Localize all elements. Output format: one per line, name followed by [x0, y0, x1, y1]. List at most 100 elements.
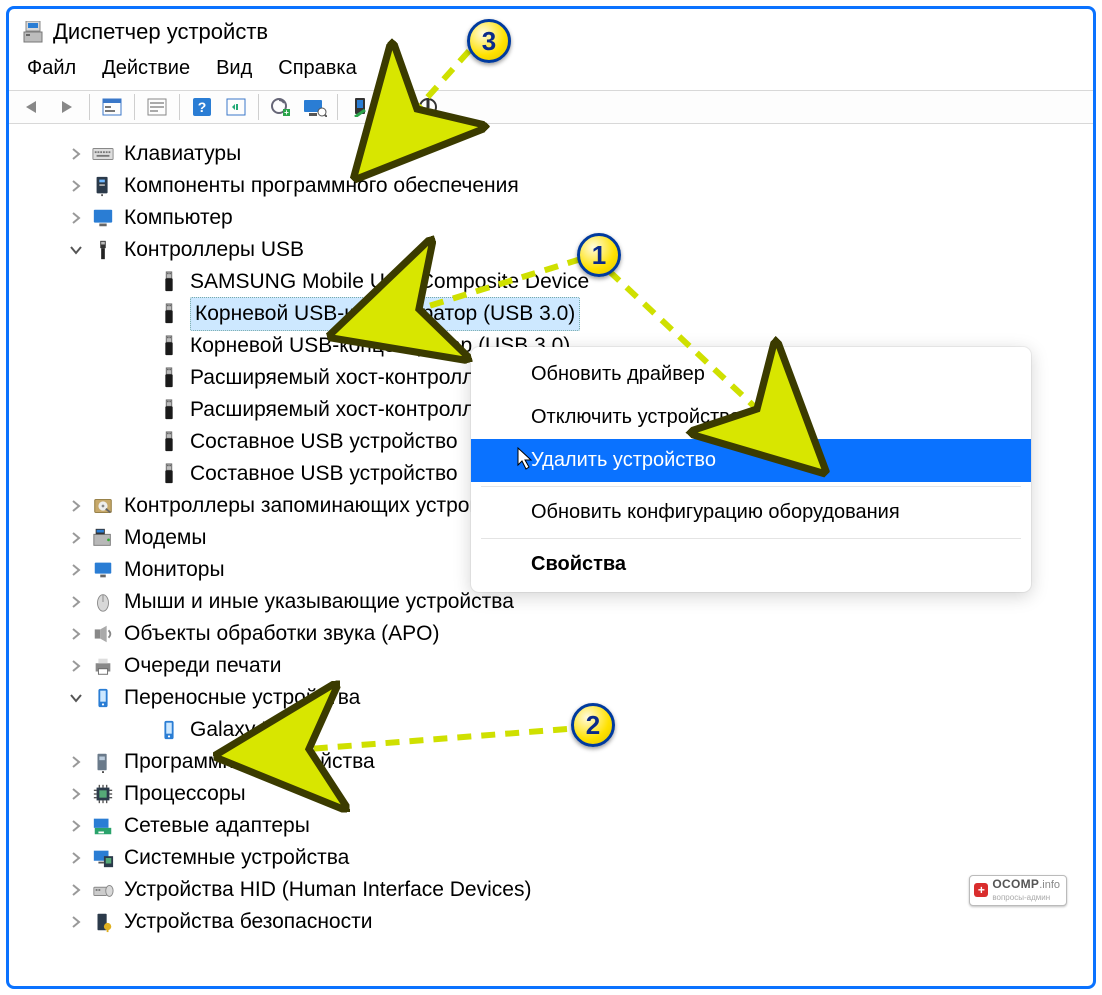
keyboard-icon: [91, 142, 115, 166]
network-icon: [91, 814, 115, 838]
tree-item-label: Устройства HID (Human Interface Devices): [124, 874, 531, 907]
chevron-right-icon[interactable]: [69, 755, 83, 769]
usb-icon: [157, 334, 181, 358]
tree-item-label: Программные устройства: [124, 746, 375, 779]
chevron-right-icon[interactable]: [69, 211, 83, 225]
tree-item[interactable]: Контроллеры USB: [9, 234, 1093, 266]
usb-icon: [157, 398, 181, 422]
app-icon: [23, 21, 43, 43]
swcomp-icon: [91, 174, 115, 198]
disable-device-button[interactable]: [346, 93, 374, 121]
watermark-brand: OCOMP: [992, 877, 1039, 891]
tree-item[interactable]: SAMSUNG Mobile USB Composite Device: [9, 266, 1093, 298]
tree-item-label: Сетевые адаптеры: [124, 810, 310, 843]
menu-view[interactable]: Вид: [216, 57, 252, 80]
context-menu-item[interactable]: Обновить конфигурацию оборудования: [471, 491, 1031, 534]
help-button[interactable]: ?: [188, 93, 216, 121]
chevron-right-icon[interactable]: [69, 787, 83, 801]
usb-icon: [157, 302, 181, 326]
tree-item-label: Компоненты программного обеспечения: [124, 170, 519, 203]
portable-icon: [157, 718, 181, 742]
nav-forward-button[interactable]: [53, 93, 81, 121]
tree-item-label: Контроллеры запоминающих устройств: [124, 490, 512, 523]
tree-item-label: Корневой USB-концентратор (USB 3.0): [190, 297, 580, 332]
annotation-badge-1: 1: [577, 233, 621, 277]
tree-item[interactable]: Программные устройства: [9, 746, 1093, 778]
tree-item-label: Клавиатуры: [124, 138, 241, 171]
tree-item-label: Модемы: [124, 522, 206, 555]
tree-item-label: Устройства безопасности: [124, 906, 372, 939]
swdev-icon: [91, 750, 115, 774]
hid-icon: [91, 878, 115, 902]
chevron-right-icon[interactable]: [69, 531, 83, 545]
tree-item-label: Процессоры: [124, 778, 246, 811]
context-menu-item[interactable]: Удалить устройство: [471, 439, 1031, 482]
menubar: Файл Действие Вид Справка: [9, 53, 1093, 90]
chevron-right-icon[interactable]: [69, 179, 83, 193]
tree-item[interactable]: Очереди печати: [9, 650, 1093, 682]
context-menu-item[interactable]: Свойства: [471, 543, 1031, 586]
system-icon: [91, 846, 115, 870]
chevron-down-icon[interactable]: [69, 691, 83, 705]
tree-item-label: Системные устройства: [124, 842, 349, 875]
tree-item-label: SAMSUNG Mobile USB Composite Device: [190, 266, 589, 299]
tree-item[interactable]: Сетевые адаптеры: [9, 810, 1093, 842]
mouse-icon: [91, 590, 115, 614]
window-title: Диспетчер устройств: [53, 19, 268, 45]
menu-file[interactable]: Файл: [27, 57, 76, 80]
chevron-right-icon[interactable]: [69, 659, 83, 673]
audio-icon: [91, 622, 115, 646]
chevron-right-icon[interactable]: [69, 147, 83, 161]
tree-item-label: Мониторы: [124, 554, 225, 587]
tree-item[interactable]: Компоненты программного обеспечения: [9, 170, 1093, 202]
tree-item[interactable]: Устройства безопасности: [9, 906, 1093, 938]
modem-icon: [91, 526, 115, 550]
security-icon: [91, 910, 115, 934]
tree-item[interactable]: Galaxy M31: [9, 714, 1093, 746]
disable-device-alt-button[interactable]: [414, 93, 442, 121]
cpu-icon: [91, 782, 115, 806]
tree-item[interactable]: Компьютер: [9, 202, 1093, 234]
computer-icon: [91, 206, 115, 230]
cursor-icon: [517, 447, 535, 471]
tree-item-label: Мыши и иные указывающие устройства: [124, 586, 514, 619]
watermark-tld: .info: [1039, 879, 1060, 891]
properties-button[interactable]: [143, 93, 171, 121]
tree-item[interactable]: Системные устройства: [9, 842, 1093, 874]
uninstall-device-button[interactable]: [380, 93, 408, 121]
svg-text:?: ?: [198, 99, 207, 115]
chevron-right-icon[interactable]: [69, 563, 83, 577]
update-driver-button[interactable]: +: [267, 93, 295, 121]
show-hidden-button[interactable]: [98, 93, 126, 121]
chevron-right-icon[interactable]: [69, 595, 83, 609]
context-menu-item[interactable]: Отключить устройство: [471, 396, 1031, 439]
chevron-right-icon[interactable]: [69, 851, 83, 865]
context-menu-separator: [481, 538, 1021, 539]
tree-item[interactable]: Объекты обработки звука (APO): [9, 618, 1093, 650]
chevron-right-icon[interactable]: [69, 499, 83, 513]
chevron-right-icon[interactable]: [69, 627, 83, 641]
annotation-badge-3: 3: [467, 19, 511, 63]
tree-item-label: Составное USB устройство: [190, 458, 458, 491]
usb-icon: [157, 366, 181, 390]
tree-item[interactable]: Клавиатуры: [9, 138, 1093, 170]
tree-item[interactable]: Процессоры: [9, 778, 1093, 810]
chevron-down-icon[interactable]: [69, 243, 83, 257]
titlebar: Диспетчер устройств: [9, 9, 1093, 53]
tree-item[interactable]: Переносные устройства: [9, 682, 1093, 714]
chevron-right-icon[interactable]: [69, 883, 83, 897]
chevron-right-icon[interactable]: [69, 915, 83, 929]
tree-item-label: Объекты обработки звука (APO): [124, 618, 439, 651]
context-menu-item[interactable]: Обновить драйвер: [471, 353, 1031, 396]
usb-icon: [157, 270, 181, 294]
nav-back-button[interactable]: [19, 93, 47, 121]
chevron-right-icon[interactable]: [69, 819, 83, 833]
menu-help[interactable]: Справка: [278, 57, 356, 80]
menu-action[interactable]: Действие: [102, 57, 190, 80]
tree-item[interactable]: Устройства HID (Human Interface Devices): [9, 874, 1093, 906]
plus-icon: +: [974, 883, 988, 897]
tree-item[interactable]: Корневой USB-концентратор (USB 3.0): [9, 298, 1093, 330]
scan-action-button[interactable]: [222, 93, 250, 121]
tree-item-label: Galaxy M31: [190, 714, 302, 747]
scan-hardware-button[interactable]: [301, 93, 329, 121]
